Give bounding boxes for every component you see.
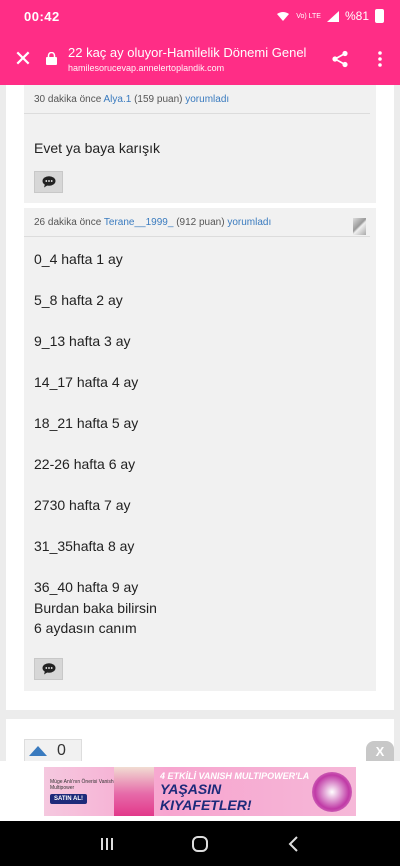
comment-card: 30 dakika önce Alya.1 (159 puan) yorumla… [24,85,376,203]
system-nav-bar [0,821,400,866]
comment-user-link[interactable]: Alya.1 [104,94,132,105]
comment-meta: 30 dakika önce Alya.1 (159 puan) yorumla… [24,85,370,114]
comment-points: (159 puan) [134,94,183,105]
battery-percent: %81 [344,9,369,23]
battery-icon [375,9,384,23]
reply-button[interactable] [34,658,63,680]
more-options-icon[interactable] [360,50,400,67]
page-content[interactable]: 30 dakika önce Alya.1 (159 puan) yorumla… [0,85,400,761]
wifi-icon [277,11,290,21]
status-icons: Vo) LTE %81 [276,9,384,23]
comment-line: 14_17 hafta 4 ay [34,374,139,390]
ad-close-button[interactable]: X [366,741,394,761]
ad-left: Müge Anlı'nın Önerisi Vanish Multipower … [44,779,114,804]
page-url: hamilesorucevap.annelertoplandik.com [68,62,225,73]
vote-count: 0 [57,741,66,759]
ad-banner[interactable]: Müge Anlı'nın Önerisi Vanish Multipower … [44,767,356,816]
comment-line: 0_4 hafta 1 ay [34,251,123,267]
user-avatar[interactable] [353,218,366,235]
comment-time: 30 dakika önce [34,94,102,105]
comment-line: 18_21 hafta 5 ay [34,415,139,431]
ad-small-text: Müge Anlı'nın Önerisi Vanish Multipower [50,779,114,791]
comment-line: 31_35hafta 8 ay [34,538,135,554]
page-title-area[interactable]: 22 kaç ay oluyor-Hamilelik Dönemi Genel … [68,45,320,73]
browser-toolbar: ✕ 22 kaç ay oluyor-Hamilelik Dönemi Gene… [0,32,400,85]
close-icon[interactable]: ✕ [0,47,46,70]
comment-action-link[interactable]: yorumladı [185,94,229,105]
comment-action-link[interactable]: yorumladı [227,217,271,228]
comment-line: 22-26 hafta 6 ay [34,456,136,472]
comment-body: Evet ya baya karışık [24,114,376,156]
vote-box: 0 [24,739,82,761]
back-icon[interactable] [273,829,313,859]
comment-line: 9_13 hafta 3 ay [34,333,131,349]
comment-meta: 26 dakika önce Terane__1999_ (912 puan) … [24,208,370,237]
ad-line1: 4 ETKİLİ VANISH MULTIPOWER'LA [160,770,310,781]
comment-body: 0_4 hafta 1 ay 5_8 hafta 2 ay 9_13 hafta… [24,237,376,639]
ad-buy-button[interactable]: SATIN AL! [50,794,87,804]
comment-card: 26 dakika önce Terane__1999_ (912 puan) … [24,208,376,691]
speech-bubble-icon [42,663,55,675]
lock-icon[interactable] [46,52,60,65]
network-label: Vo) LTE [296,12,321,20]
comment-user-link[interactable]: Terane__1999_ [104,217,174,228]
speech-bubble-icon [42,176,55,188]
ad-banner-area: X Müge Anlı'nın Önerisi Vanish Multipowe… [0,741,400,821]
status-bar: 00:42 Vo) LTE %81 [0,0,400,32]
comment-line: 36_40 hafta 9 ay [34,579,139,595]
comment-line: Burdan baka bilirsin [34,599,157,616]
ad-model-image [114,767,154,816]
recent-apps-icon[interactable] [87,829,127,859]
signal-icon [326,10,339,22]
comment-line: 2730 hafta 7 ay [34,497,131,513]
ad-line2: YAŞASIN KIYAFETLER! [160,780,252,813]
comment-line: Evet ya baya karışık [34,140,161,156]
ad-text: 4 ETKİLİ VANISH MULTIPOWER'LA YAŞASIN KI… [154,771,312,813]
comment-time: 26 dakika önce [34,217,102,228]
page-title: 22 kaç ay oluyor-Hamilelik Dönemi Genel [68,44,307,60]
ad-product-image [312,771,352,812]
comment-line: 5_8 hafta 2 ay [34,292,123,308]
comment-line: 6 aydasın canım [34,620,137,636]
status-time: 00:42 [24,8,60,24]
share-icon[interactable] [320,50,360,68]
upvote-arrow-icon[interactable] [29,745,47,756]
reply-button[interactable] [34,171,63,193]
home-icon[interactable] [180,829,220,859]
comment-points: (912 puan) [176,217,225,228]
